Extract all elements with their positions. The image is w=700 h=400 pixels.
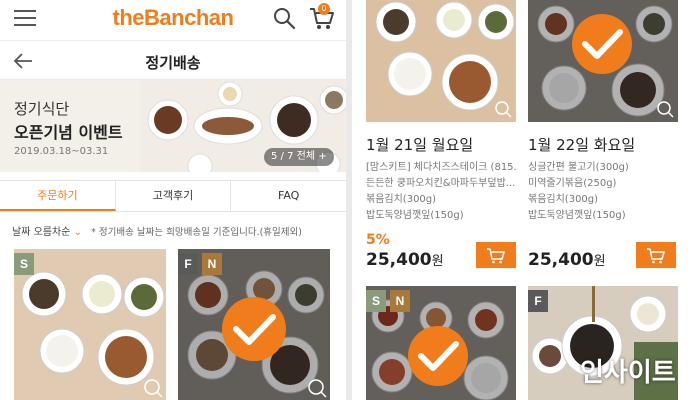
sort-row: 날짜 오름차순 ⌄ * 정기배송 날짜는 희망배송일 기준입니다.(휴일제외) <box>12 223 302 238</box>
search-icon[interactable] <box>272 6 296 30</box>
price-value: 25,400 <box>366 250 432 270</box>
watermark-text: 인사이트 <box>580 358 676 388</box>
menu-type-badge: F <box>178 253 198 275</box>
menu-type-badge: S <box>14 253 34 275</box>
menu-type-badge: F <box>528 290 548 312</box>
page-title: 정기배송 <box>145 54 201 72</box>
menu-item: 든든한 쿵파오치킨&마파두부덮밥... <box>366 178 516 189</box>
check-icon <box>572 14 632 74</box>
menu-item: 싱글간편 불고기(300g) <box>528 162 629 173</box>
meal-photo <box>14 249 166 400</box>
cart-icon <box>647 248 665 264</box>
menu-item: 미역줄기볶음(250g) <box>528 178 617 189</box>
banner-title-line2: 오픈기념 이벤트 <box>14 123 123 142</box>
menu-item: [맘스키트] 체다치즈스테이크 (815... <box>366 162 518 173</box>
right-phone-screen: 1월 21일 월요일 [맘스키트] 체다치즈스테이크 (815... 든든한 쿵… <box>352 0 700 400</box>
left-phone-screen: theBanchan 0 정기배송 정기식단 오픈기념 이벤트 2019.03.… <box>0 0 346 400</box>
banner-slide-indicator[interactable]: 5 / 7 전체 + <box>264 148 334 166</box>
add-to-cart-button[interactable] <box>636 242 676 268</box>
menu-item: 밥도둑양념깻잎(150g) <box>528 210 626 221</box>
meal-card-selected[interactable] <box>528 0 678 122</box>
menu-type-badge: S <box>366 290 386 312</box>
menu-item: 볶음김치(300g) <box>528 194 599 205</box>
menu-type-badge: N <box>202 253 222 275</box>
price: 25,400원 <box>528 250 606 270</box>
menu-item: 밥도둑양념깻잎(150g) <box>366 210 464 221</box>
meal-photo <box>366 0 516 122</box>
delivery-date-note: * 정기배송 날짜는 희망배송일 기준입니다.(휴일제외) <box>91 227 302 238</box>
meal-card[interactable] <box>366 0 516 122</box>
menu-list: 싱글간편 불고기(300g) 미역줄기볶음(250g) 볶음김치(300g) 밥… <box>528 160 680 224</box>
top-app-bar: theBanchan 0 <box>0 0 346 38</box>
check-icon <box>408 326 468 386</box>
menu-item: 볶음김치(300g) <box>366 194 437 205</box>
tab-faq[interactable]: FAQ <box>231 181 346 211</box>
discount-rate: 5% <box>366 232 390 248</box>
currency: 원 <box>593 254 606 269</box>
price: 25,400원 <box>366 250 444 270</box>
meal-photo <box>178 249 330 400</box>
meal-photo <box>366 286 516 400</box>
add-to-cart-button[interactable] <box>476 242 516 268</box>
sort-dropdown[interactable]: 날짜 오름차순 <box>12 227 70 238</box>
meal-photo <box>528 0 678 122</box>
price-value: 25,400 <box>528 250 594 270</box>
tab-reviews[interactable]: 고객후기 <box>116 181 232 211</box>
delivery-date: 1월 21일 월요일 <box>366 136 474 154</box>
chevron-down-icon[interactable]: ⌄ <box>74 227 82 238</box>
meal-card[interactable]: S <box>14 249 166 400</box>
currency: 원 <box>431 254 444 269</box>
page-header: 정기배송 <box>0 40 346 80</box>
menu-type-badge: N <box>390 290 410 312</box>
banner-title-line1: 정기식단 <box>14 100 70 118</box>
meal-card-selected[interactable]: F N <box>178 249 330 400</box>
check-icon <box>222 297 286 361</box>
cart-icon <box>487 248 505 264</box>
cart-count-badge: 0 <box>318 3 330 15</box>
tab-order[interactable]: 주문하기 <box>0 181 116 211</box>
menu-list: [맘스키트] 체다치즈스테이크 (815... 든든한 쿵파오치킨&마파두부덮밥… <box>366 160 518 224</box>
meal-card-selected[interactable]: S N <box>366 286 516 400</box>
banner-date-range: 2019.03.18~03.31 <box>14 146 109 157</box>
delivery-date: 1월 22일 화요일 <box>528 136 636 154</box>
event-banner[interactable]: 정기식단 오픈기념 이벤트 2019.03.18~03.31 5 / 7 전체 … <box>0 80 346 172</box>
tab-bar: 주문하기 고객후기 FAQ <box>0 180 346 212</box>
